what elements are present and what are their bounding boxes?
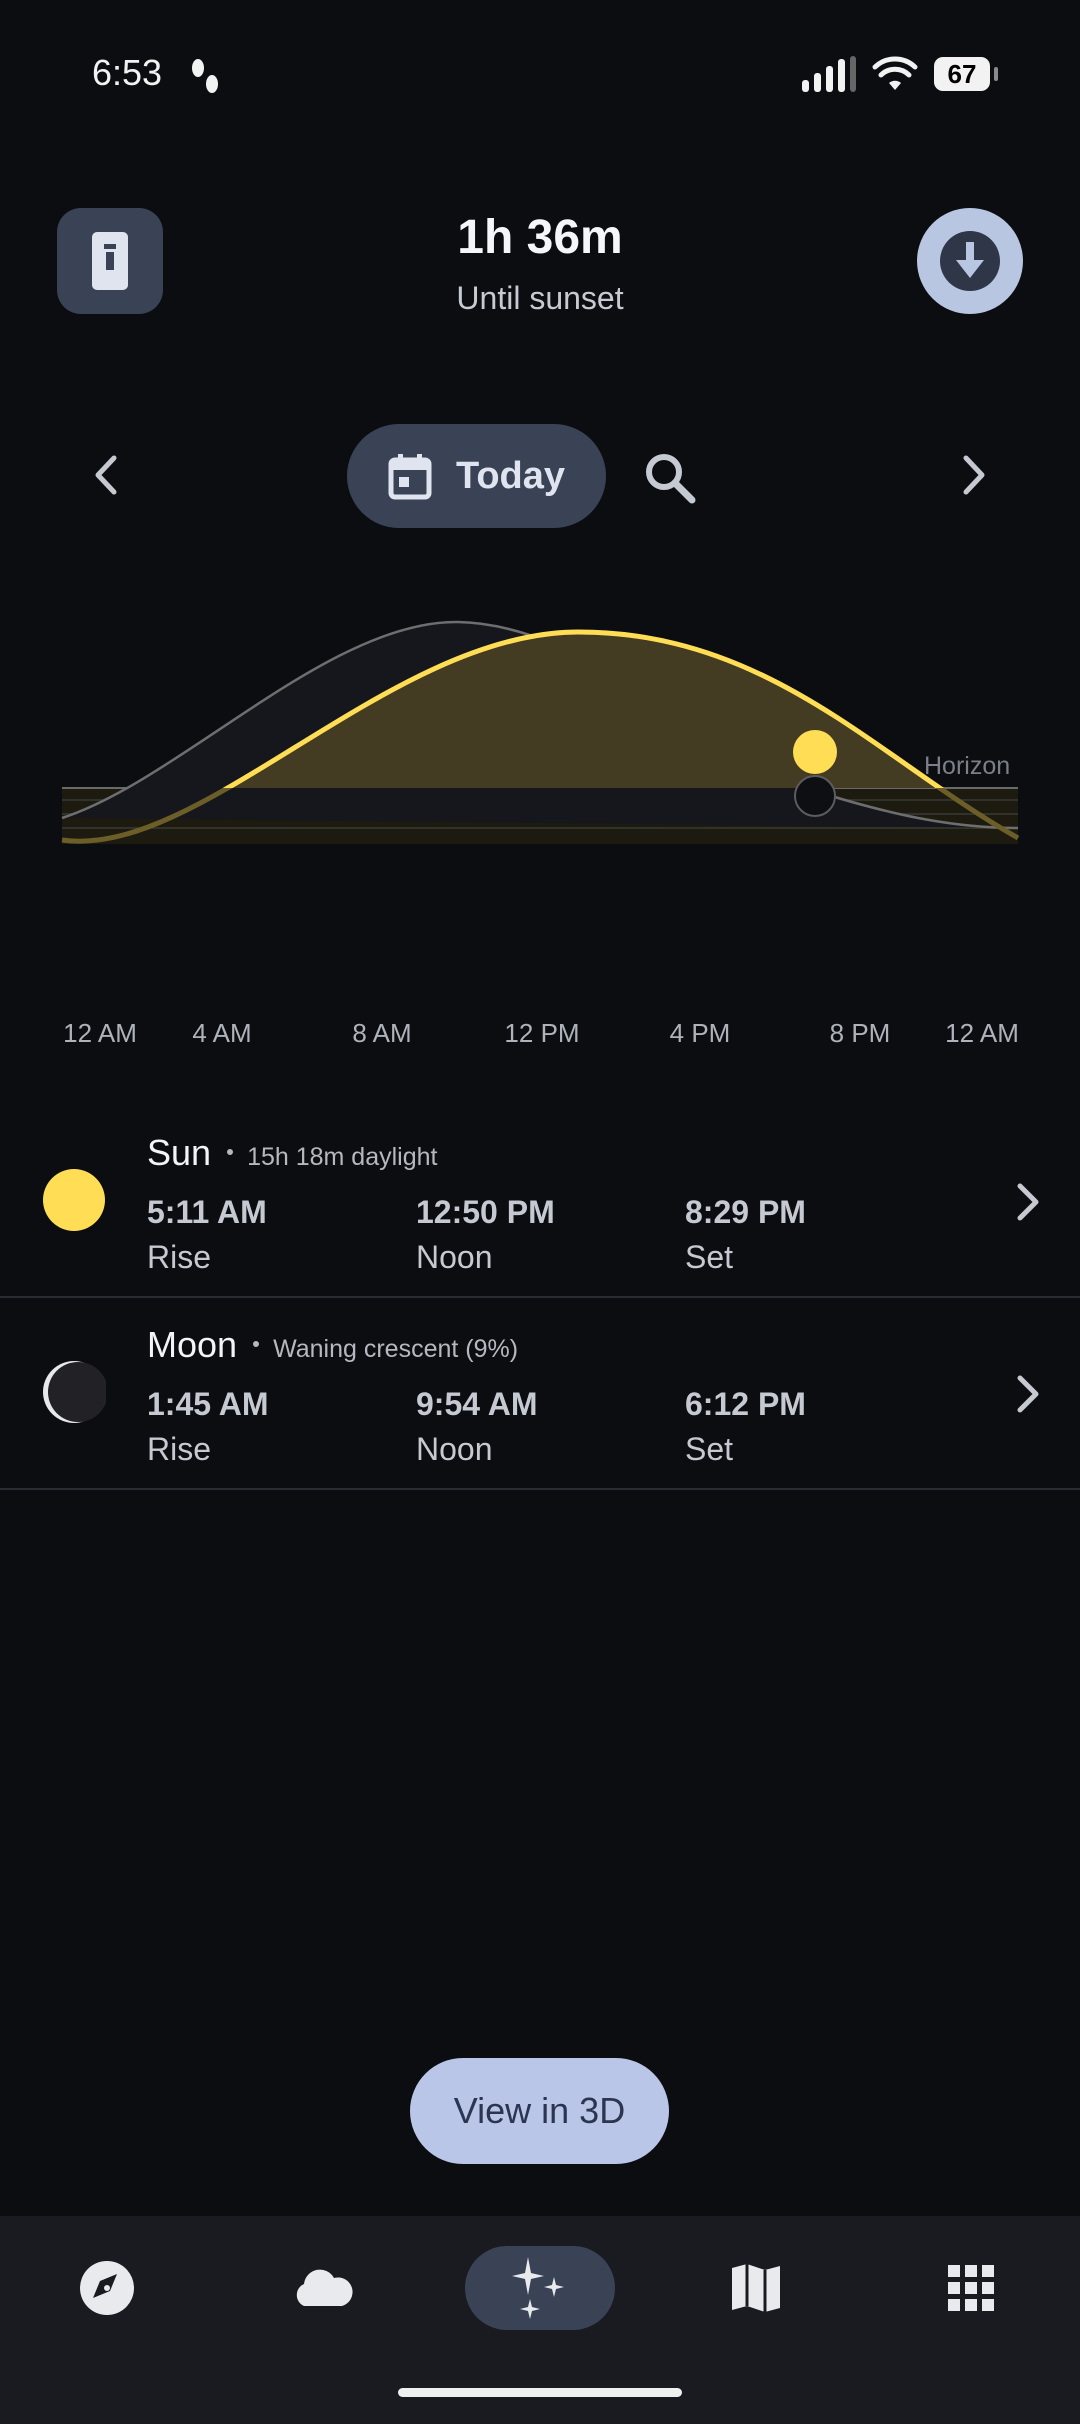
calendar-icon	[388, 454, 432, 500]
nav-more-tools[interactable]	[896, 2246, 1046, 2330]
time-axis: 12 AM 4 AM 8 AM 12 PM 4 PM 8 PM 12 AM	[0, 1018, 1080, 1058]
moon-noon-time: 9:54 AM	[416, 1386, 538, 1422]
sun-row[interactable]: Sun 15h 18m daylight 5:11 AM Rise 12:50 P…	[0, 1106, 1080, 1298]
separator-dot	[227, 1149, 234, 1156]
nav-compass[interactable]	[32, 2246, 182, 2330]
moon-title: Moon	[147, 1324, 238, 1365]
status-time: 6:53	[92, 52, 163, 93]
home-indicator[interactable]	[398, 2388, 682, 2397]
next-day-button[interactable]	[954, 450, 994, 500]
sun-title: Sun	[147, 1132, 212, 1173]
sun-noon-time: 12:50 PM	[416, 1194, 555, 1230]
sun-position-marker	[793, 730, 837, 774]
sun-rise-label: Rise	[147, 1239, 212, 1275]
sparkles-icon	[512, 2257, 564, 2319]
download-button[interactable]	[917, 208, 1023, 314]
axis-tick: 8 AM	[352, 1018, 412, 1048]
sun-moon-path-chart	[61, 620, 1020, 844]
chevron-right-icon[interactable]	[1012, 1372, 1042, 1416]
apps-grid-icon	[948, 2265, 994, 2311]
sun-rise: 5:11 AM Rise	[147, 1194, 267, 1276]
horizon-label: Horizon	[924, 752, 1011, 780]
moon-noon: 9:54 AM Noon	[416, 1386, 538, 1468]
moon-noon-label: Noon	[416, 1431, 493, 1467]
axis-tick: 4 PM	[669, 1018, 731, 1048]
moon-set-time: 6:12 PM	[685, 1386, 806, 1422]
axis-tick: 4 AM	[192, 1018, 252, 1048]
sun-noon-label: Noon	[416, 1239, 493, 1275]
footsteps-icon	[192, 59, 218, 93]
moon-rise: 1:45 AM Rise	[147, 1386, 269, 1468]
sun-rise-time: 5:11 AM	[147, 1194, 267, 1230]
axis-tick: 12 AM	[63, 1018, 137, 1048]
axis-tick: 12 AM	[945, 1018, 1019, 1048]
date-label: Today	[455, 454, 566, 497]
sun-set-label: Set	[685, 1239, 734, 1275]
signal-icon	[802, 56, 856, 92]
sun-set-time: 8:29 PM	[685, 1194, 806, 1230]
moon-row[interactable]: Moon Waning crescent (9%) 1:45 AM Rise 9:…	[0, 1298, 1080, 1490]
previous-day-button[interactable]	[86, 450, 126, 500]
date-picker-button[interactable]: Today	[347, 424, 606, 528]
moon-set-label: Set	[685, 1431, 734, 1467]
status-indicators: 67	[800, 56, 998, 92]
axis-tick: 8 PM	[829, 1018, 891, 1048]
moon-set: 6:12 PM Set	[685, 1386, 806, 1468]
moon-phase-icon	[43, 1361, 106, 1423]
sun-daylight: 15h 18m daylight	[247, 1143, 438, 1171]
sun-title-line: Sun 15h 18m daylight	[147, 1132, 437, 1174]
download-arrow-icon	[940, 231, 1000, 291]
moon-rise-time: 1:45 AM	[147, 1386, 269, 1422]
moon-position-marker	[794, 775, 836, 817]
sun-icon	[43, 1169, 105, 1231]
view-in-3d-button[interactable]: View in 3D	[410, 2058, 669, 2164]
sun-noon: 12:50 PM Noon	[416, 1194, 555, 1276]
compass-icon	[80, 2261, 134, 2315]
nav-astronomy[interactable]	[465, 2246, 615, 2330]
moon-rise-label: Rise	[147, 1431, 212, 1467]
map-icon	[732, 2264, 780, 2312]
sun-set: 8:29 PM Set	[685, 1194, 806, 1276]
moon-title-line: Moon Waning crescent (9%)	[147, 1324, 518, 1366]
moon-phase: Waning crescent (9%)	[273, 1335, 519, 1363]
wifi-icon	[872, 56, 918, 90]
time-until-subtitle: Until sunset	[456, 280, 624, 316]
nav-map[interactable]	[681, 2246, 831, 2330]
battery-indicator: 67	[934, 57, 998, 91]
chevron-right-icon[interactable]	[1012, 1180, 1042, 1224]
cloud-icon	[296, 2269, 353, 2306]
nav-weather[interactable]	[248, 2246, 398, 2330]
separator-dot	[253, 1341, 260, 1348]
axis-tick: 12 PM	[504, 1018, 580, 1048]
search-icon[interactable]	[640, 448, 700, 508]
